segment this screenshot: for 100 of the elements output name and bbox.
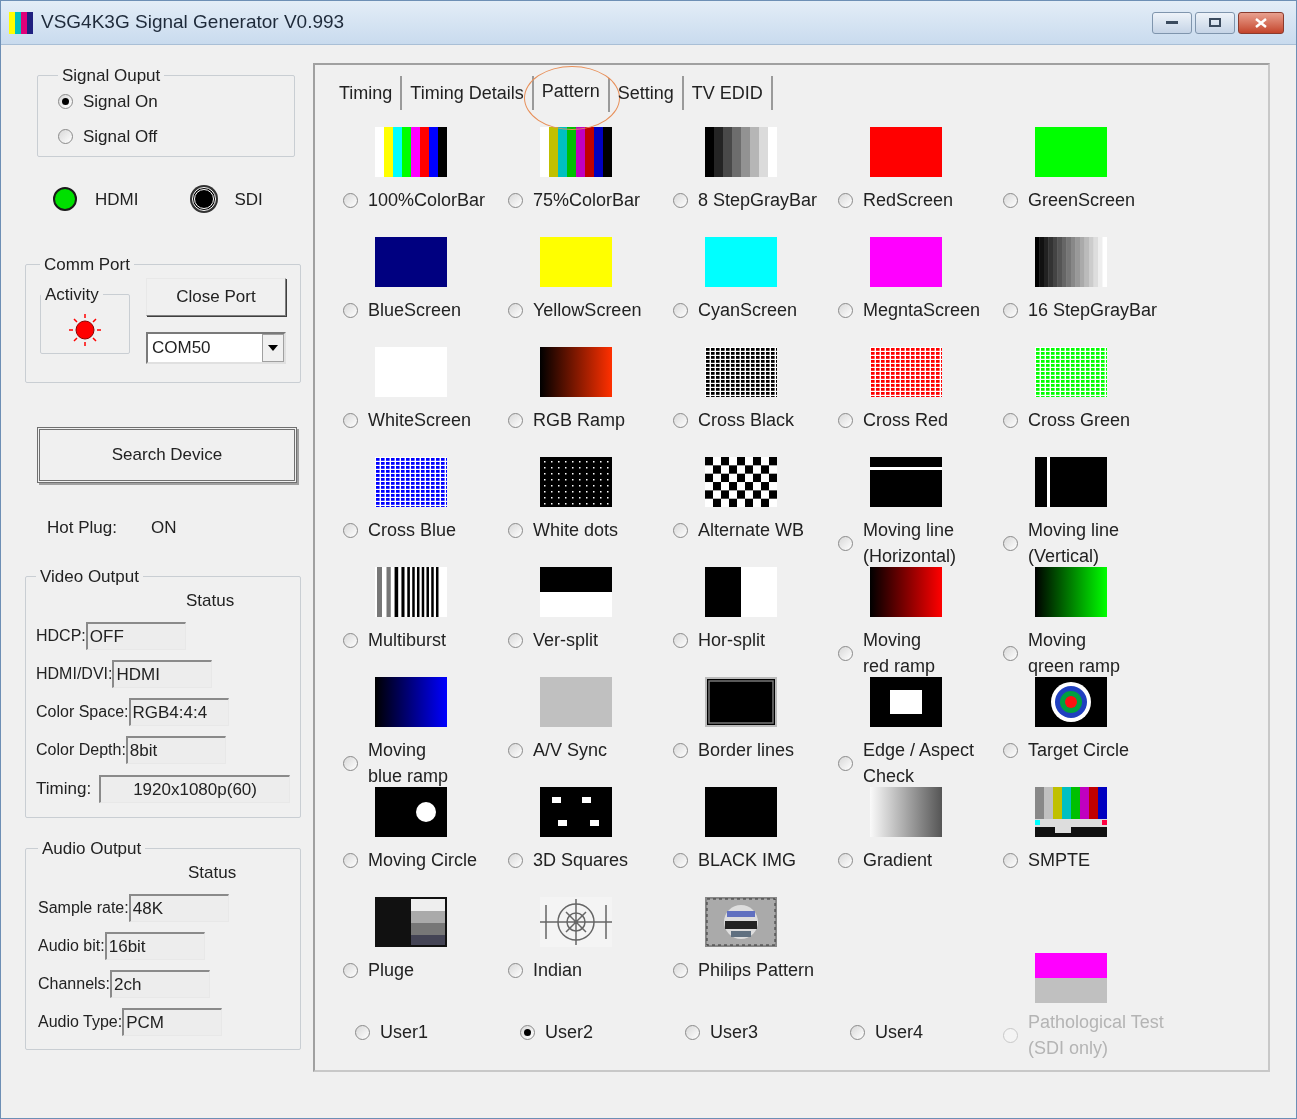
radio-button[interactable] — [508, 192, 523, 208]
radio-button[interactable] — [673, 962, 688, 978]
radio-button[interactable] — [508, 742, 523, 758]
search-device-button[interactable]: Search Device — [37, 426, 297, 483]
radio-button[interactable] — [838, 645, 853, 661]
radio-button[interactable] — [838, 852, 853, 868]
radio-button[interactable] — [673, 742, 688, 758]
tab[interactable]: TV EDID — [683, 76, 773, 110]
radio-button[interactable] — [838, 755, 853, 771]
pattern-option[interactable]: Alternate WB — [673, 517, 805, 543]
pattern-option[interactable]: Border lines — [673, 737, 795, 763]
pattern-option[interactable]: Indian — [508, 957, 583, 983]
pattern-option[interactable]: RedScreen — [838, 187, 954, 213]
edge-check-thumbnail — [870, 677, 942, 727]
radio-button[interactable] — [673, 302, 688, 318]
signal-option[interactable]: Signal On — [58, 88, 274, 114]
pattern-option[interactable]: 8 StepGrayBar — [673, 187, 818, 213]
pattern-option[interactable]: SMPTE — [1003, 847, 1090, 873]
pattern-option[interactable]: WhiteScreen — [343, 407, 472, 433]
radio-button[interactable] — [355, 1024, 370, 1040]
radio-button[interactable] — [685, 1024, 700, 1040]
radio-button[interactable] — [343, 852, 358, 868]
pattern-option[interactable]: User3 — [685, 1019, 758, 1045]
pattern-option[interactable]: User2 — [520, 1019, 593, 1045]
radio-button[interactable] — [838, 535, 853, 551]
radio-button[interactable] — [508, 962, 523, 978]
radio-button[interactable] — [673, 192, 688, 208]
pattern-option[interactable]: GreenScreen — [1003, 187, 1136, 213]
signal-option[interactable]: Signal Off — [58, 124, 274, 150]
pattern-option[interactable]: Cross Blue — [343, 517, 457, 543]
pattern-option[interactable]: Moving red ramp — [838, 627, 936, 679]
radio-button[interactable] — [520, 1024, 535, 1040]
radio-button[interactable] — [1003, 192, 1018, 208]
pattern-option[interactable]: MegntaScreen — [838, 297, 981, 323]
close-icon[interactable] — [1255, 17, 1267, 28]
radio-button[interactable] — [508, 852, 523, 868]
radio-button[interactable] — [508, 412, 523, 428]
radio-button[interactable] — [1003, 412, 1018, 428]
pattern-option[interactable]: Hor-split — [673, 627, 765, 653]
pattern-option[interactable]: YellowScreen — [508, 297, 642, 323]
pattern-option[interactable]: BlueScreen — [343, 297, 462, 323]
pattern-option[interactable]: Moving blue ramp — [343, 737, 449, 789]
pattern-option[interactable]: Moving Circle — [343, 847, 478, 873]
pattern-option[interactable]: BLACK IMG — [673, 847, 797, 873]
pattern-option[interactable]: Gradient — [838, 847, 933, 873]
caret-icon[interactable] — [268, 344, 278, 351]
pattern-option[interactable]: Cross Black — [673, 407, 795, 433]
radio-button[interactable] — [838, 192, 853, 208]
pattern-option[interactable]: 16 StepGrayBar — [1003, 297, 1158, 323]
tab[interactable]: Timing — [331, 76, 403, 110]
pattern-option[interactable]: Ver-split — [508, 627, 599, 653]
pattern-option[interactable]: Cross Red — [838, 407, 949, 433]
pattern-option[interactable]: User1 — [355, 1019, 428, 1045]
radio-button[interactable] — [1003, 535, 1018, 551]
pattern-option[interactable]: CyanScreen — [673, 297, 798, 323]
pattern-option[interactable]: Target Circle — [1003, 737, 1130, 763]
pattern-option[interactable]: Cross Green — [1003, 407, 1131, 433]
radio-button[interactable] — [673, 852, 688, 868]
pattern-option[interactable]: 3D Squares — [508, 847, 629, 873]
radio-button[interactable] — [58, 129, 73, 145]
close-port-button[interactable]: Close Port — [146, 277, 286, 316]
pattern-option[interactable]: 100%ColorBar — [343, 187, 486, 213]
radio-button[interactable] — [1003, 645, 1018, 661]
radio-button[interactable] — [673, 632, 688, 648]
radio-button[interactable] — [508, 632, 523, 648]
radio-button[interactable] — [1003, 742, 1018, 758]
pattern-option[interactable]: White dots — [508, 517, 619, 543]
pattern-option[interactable]: Pluge — [343, 957, 415, 983]
radio-button[interactable] — [850, 1024, 865, 1040]
radio-button[interactable] — [343, 192, 358, 208]
tab[interactable]: Setting — [609, 76, 684, 110]
minimize-button[interactable] — [1152, 11, 1192, 34]
pattern-option[interactable]: Multiburst — [343, 627, 447, 653]
radio-button[interactable] — [343, 632, 358, 648]
pattern-option[interactable]: 75%ColorBar — [508, 187, 641, 213]
radio-button[interactable] — [838, 302, 853, 318]
radio-button[interactable] — [343, 522, 358, 538]
port-dropdown[interactable]: COM50 — [146, 331, 286, 364]
pattern-option[interactable]: Edge / Aspect Check — [838, 737, 975, 789]
pattern-option[interactable]: Moving qreen ramp — [1003, 627, 1121, 679]
pattern-option[interactable]: RGB Ramp — [508, 407, 626, 433]
pattern-option[interactable]: User4 — [850, 1019, 923, 1045]
maximize-button[interactable] — [1195, 11, 1235, 34]
radio-button[interactable] — [838, 412, 853, 428]
pattern-option[interactable]: Philips Pattern — [673, 957, 815, 983]
radio-button[interactable] — [1003, 852, 1018, 868]
radio-button[interactable] — [673, 412, 688, 428]
radio-button[interactable] — [343, 412, 358, 428]
close-button[interactable] — [1238, 11, 1284, 34]
pattern-option[interactable]: Moving line (Horizontal) — [838, 517, 957, 569]
pattern-option[interactable]: Moving line (Vertical) — [1003, 517, 1120, 569]
radio-button[interactable] — [58, 93, 73, 109]
radio-button[interactable] — [673, 522, 688, 538]
radio-button[interactable] — [1003, 302, 1018, 318]
radio-button[interactable] — [343, 302, 358, 318]
radio-button[interactable] — [343, 755, 358, 771]
radio-button[interactable] — [508, 522, 523, 538]
pattern-option[interactable]: A/V Sync — [508, 737, 608, 763]
radio-button[interactable] — [343, 962, 358, 978]
radio-button[interactable] — [508, 302, 523, 318]
